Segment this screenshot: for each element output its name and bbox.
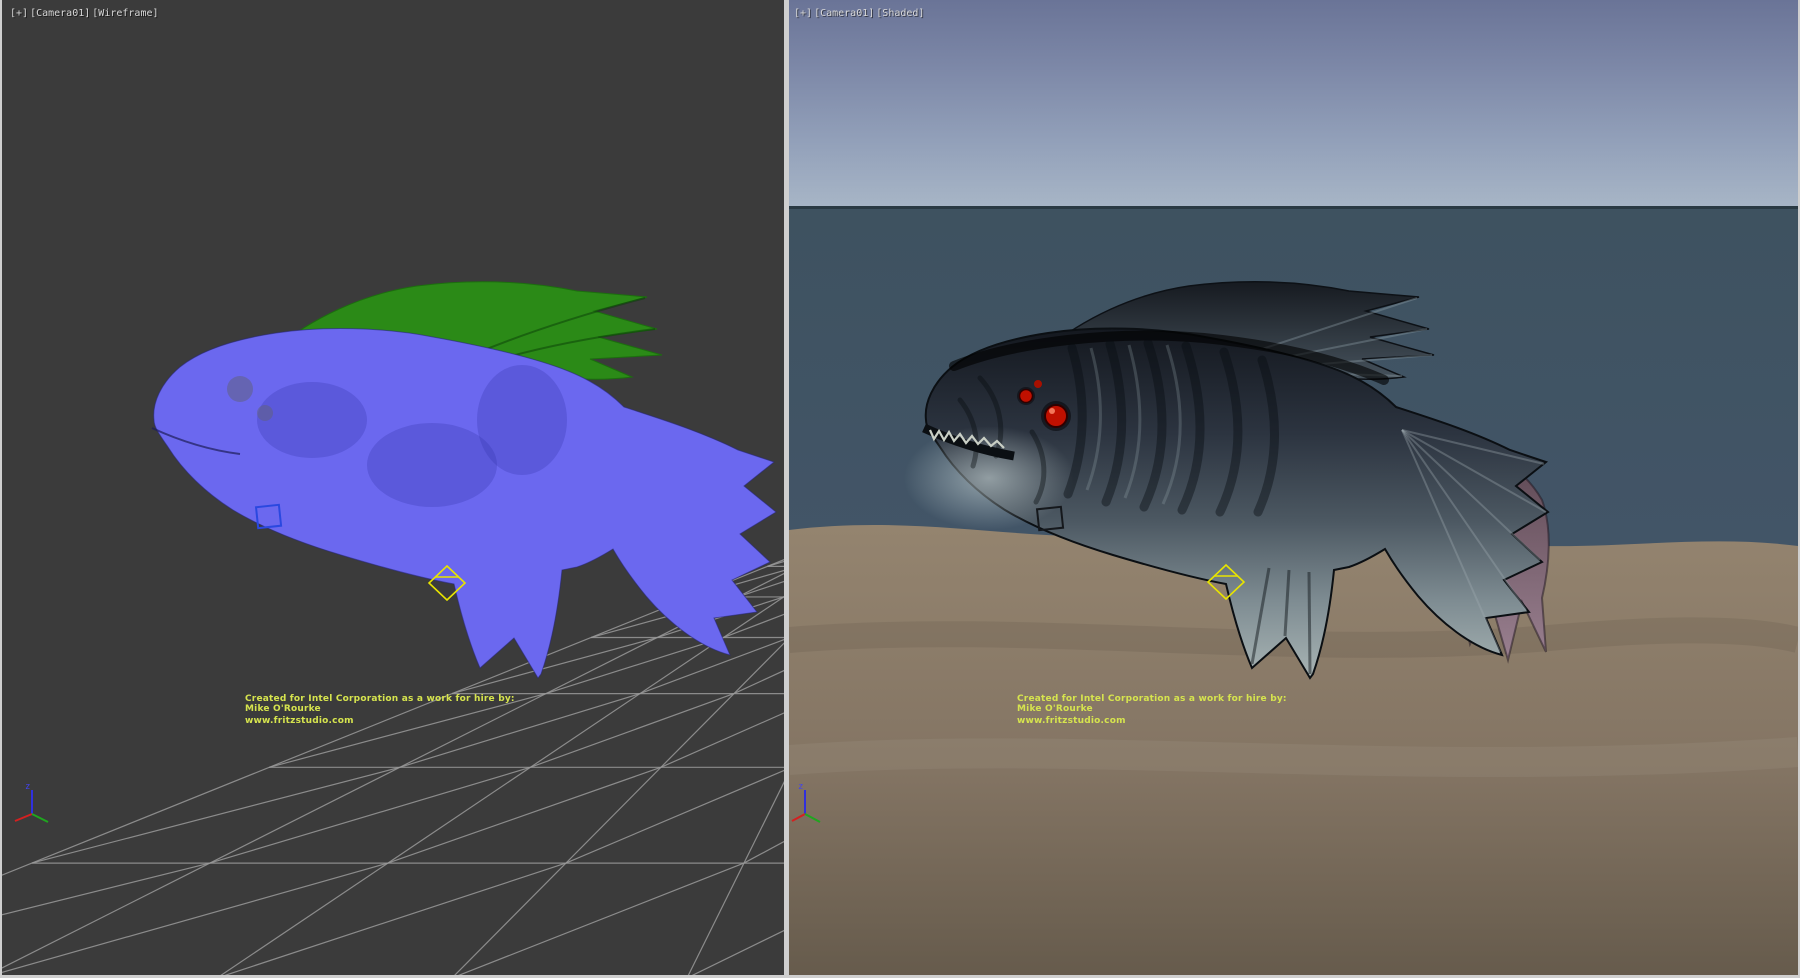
viewport-label: [+] [Camera01] [Wireframe] xyxy=(10,8,159,19)
axis-z-label: z xyxy=(798,782,803,792)
credit-line-1: Created for Intel Corporation as a work … xyxy=(1017,694,1287,704)
credit-line-2: Mike O'Rourke xyxy=(245,704,515,714)
viewport-label: [+] [Camera01] [Shaded] xyxy=(794,8,924,19)
belly-highlight xyxy=(904,426,1074,530)
viewport-shading-menu[interactable]: [Wireframe] xyxy=(92,8,158,19)
world-axis-tripod: z xyxy=(15,782,48,822)
shaded-scene: z xyxy=(789,0,1798,975)
viewport-general-menu[interactable]: [+] xyxy=(10,8,28,19)
viewport-pov-menu[interactable]: [Camera01] xyxy=(30,8,90,19)
eye-medium xyxy=(1020,390,1033,403)
eye-small xyxy=(1034,380,1042,388)
credit-line-3: www.fritzstudio.com xyxy=(245,716,515,726)
wireframe-scene: z xyxy=(2,0,784,975)
credit-line-2: Mike O'Rourke xyxy=(1017,704,1287,714)
viewport-pov-menu[interactable]: [Camera01] xyxy=(814,8,874,19)
credit-line-1: Created for Intel Corporation as a work … xyxy=(245,694,515,704)
fish-model-wireframe[interactable] xyxy=(152,282,776,678)
credit-overlay: Created for Intel Corporation as a work … xyxy=(1017,694,1287,726)
viewport-workspace: [+] [Camera01] [Wireframe] xyxy=(0,0,1800,978)
eye-large xyxy=(1045,405,1067,427)
axis-y xyxy=(32,814,48,822)
axis-x xyxy=(15,814,32,821)
credit-line-3: www.fritzstudio.com xyxy=(1017,716,1287,726)
viewport-shading-menu[interactable]: [Shaded] xyxy=(876,8,924,19)
axis-z-label: z xyxy=(25,782,30,792)
credit-overlay: Created for Intel Corporation as a work … xyxy=(245,694,515,726)
viewport-shaded[interactable]: [+] [Camera01] [Shaded] xyxy=(789,0,1798,975)
viewport-wireframe[interactable]: [+] [Camera01] [Wireframe] xyxy=(2,0,784,975)
viewport-general-menu[interactable]: [+] xyxy=(794,8,812,19)
